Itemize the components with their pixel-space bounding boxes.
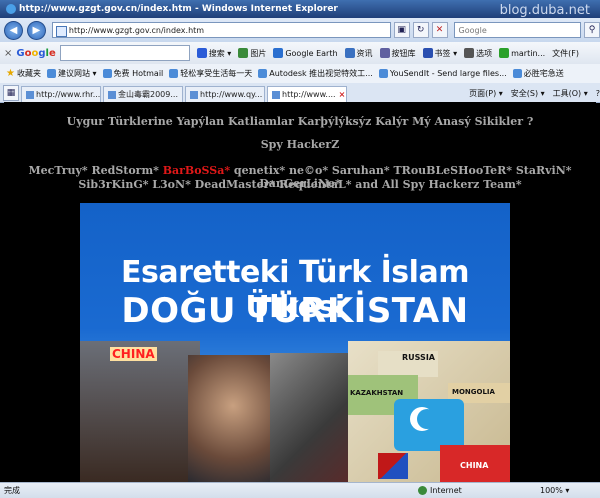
status-text: 完成 xyxy=(4,486,20,495)
favorites-star-icon: ★ xyxy=(6,68,15,79)
page-icon xyxy=(26,90,34,99)
page-icon xyxy=(46,69,56,78)
map-label-china: CHINA xyxy=(460,461,489,470)
map-label-kazakhstan: KAZAKHSTAN xyxy=(350,389,404,397)
favorites-button[interactable]: ★ 收藏夹 xyxy=(6,68,41,79)
status-bar: 完成 Internet 100% ▾ xyxy=(0,482,600,498)
command-bar: 页面(P) ▾ 安全(S) ▾ 工具(O) ▾? xyxy=(461,85,600,102)
google-logo: Google xyxy=(16,47,56,59)
toolbar-close-icon[interactable]: × xyxy=(4,48,12,59)
page-icon xyxy=(102,69,112,78)
search-icon[interactable]: ⚲ xyxy=(584,22,600,38)
browser-tab[interactable]: http://www.... × xyxy=(267,86,347,102)
forward-button[interactable]: ▶ xyxy=(26,20,46,40)
search-input[interactable]: Google xyxy=(453,22,582,38)
command-menu[interactable]: ? xyxy=(596,89,600,98)
tibet-flag-icon xyxy=(378,453,408,479)
region-map: RUSSIA KAZAKHSTAN MONGOLIA CHINA xyxy=(348,341,510,482)
members-line-2: Sib3rKinG* L3oN* DeadMaster* RequentaL* … xyxy=(78,178,522,191)
map-label-mongolia: MONGOLIA xyxy=(452,388,495,396)
globe-icon xyxy=(273,48,284,58)
user-icon xyxy=(499,48,510,58)
member-highlight: BarBoSSa* xyxy=(162,164,231,177)
news-icon xyxy=(344,48,355,58)
button-gallery-icon xyxy=(379,48,390,58)
page-icon xyxy=(169,69,179,78)
navigation-bar: ◀ ▶ http://www.gzgt.gov.cn/index.htm ▣ ↻… xyxy=(0,18,600,42)
google-toolbar-item[interactable]: 搜索 ▾ xyxy=(196,48,231,59)
google-toolbar: × Google 搜索 ▾ 图片 Google Earth 资讯 按钮库 书签 ▾ 选项 ma… xyxy=(0,42,600,65)
photo-soldier xyxy=(80,341,200,482)
command-menu[interactable]: 工具(O) ▾ xyxy=(553,88,588,99)
address-bar[interactable]: http://www.gzgt.gov.cn/index.htm xyxy=(51,22,391,38)
google-toolbar-item[interactable]: 文件(F) xyxy=(552,48,579,59)
tab-bar: ▦ http://www.rhr... 金山毒霸2009... http://www… xyxy=(0,83,600,103)
google-toolbar-item[interactable]: 图片 xyxy=(238,48,266,59)
headline: Uygur Türklerine Yapýlan Katliamlar Karþ… xyxy=(66,115,534,128)
google-toolbar-item[interactable]: martin... xyxy=(499,48,545,58)
browser-tab[interactable]: http://www.rhr... xyxy=(21,86,101,102)
command-menu[interactable]: 页面(P) ▾ xyxy=(469,88,503,99)
favorite-link[interactable]: 轻松享受生活每一天 xyxy=(169,68,252,79)
banner-image: Esaretteki Türk İslam Ülkesi DOĞU TÜRKİS… xyxy=(80,203,510,482)
globe-icon xyxy=(418,486,427,495)
page-icon xyxy=(190,90,198,99)
team-name: Spy HackerZ xyxy=(260,138,340,151)
search-icon xyxy=(196,48,207,58)
favorite-link[interactable]: 建议网站 ▾ xyxy=(46,68,97,79)
page-icon xyxy=(272,90,280,99)
banner-title-2: DOĞU TÜRKİSTAN xyxy=(121,291,469,331)
window-title: http://www.gzgt.gov.cn/index.htm - Windo… xyxy=(19,4,338,14)
command-menu[interactable]: 安全(S) ▾ xyxy=(511,88,545,99)
tab-close-icon[interactable]: × xyxy=(339,87,346,102)
google-toolbar-item[interactable]: 书签 ▾ xyxy=(422,48,457,59)
quick-tabs-icon[interactable]: ▦ xyxy=(3,85,19,101)
page-icon xyxy=(378,69,388,78)
browser-tab[interactable]: 金山毒霸2009... xyxy=(103,86,183,102)
refresh-icon[interactable]: ↻ xyxy=(412,22,429,38)
crescent-flag-icon xyxy=(410,407,437,431)
compatibility-icon[interactable]: ▣ xyxy=(393,22,410,38)
page-icon xyxy=(258,69,268,78)
back-button[interactable]: ◀ xyxy=(4,20,23,40)
google-toolbar-item[interactable]: 资讯 xyxy=(344,48,373,59)
favorite-link[interactable]: 必胜宅急送 xyxy=(512,68,564,79)
browser-tab[interactable]: http://www.qy... xyxy=(185,86,265,102)
security-zone[interactable]: Internet xyxy=(418,483,462,498)
photo-elder xyxy=(188,355,278,482)
watermark: blog.duba.net xyxy=(499,3,590,18)
favorite-link[interactable]: YouSendIt - Send large files... xyxy=(378,69,507,78)
photo-crowd xyxy=(270,353,352,482)
favorite-link[interactable]: Autodesk 推出视觉特效工... xyxy=(258,68,373,79)
google-search-input[interactable] xyxy=(59,45,190,61)
image-icon xyxy=(238,48,249,58)
china-badge: CHINA xyxy=(110,347,157,361)
page-content: Uygur Türklerine Yapýlan Katliamlar Karþ… xyxy=(4,102,596,482)
google-toolbar-item[interactable]: 按钮库 xyxy=(379,48,416,59)
favorite-link[interactable]: 免费 Hotmail xyxy=(102,68,163,79)
wrench-icon xyxy=(464,48,475,58)
stop-icon[interactable]: ✕ xyxy=(431,22,448,38)
page-icon xyxy=(108,90,116,99)
map-label-russia: RUSSIA xyxy=(402,353,435,362)
page-icon xyxy=(512,69,522,78)
window-title-bar: http://www.gzgt.gov.cn/index.htm - Windo… xyxy=(0,0,600,18)
zoom-level[interactable]: 100% ▾ xyxy=(540,483,569,498)
ie-icon xyxy=(6,3,16,14)
google-toolbar-item[interactable]: Google Earth xyxy=(273,48,338,58)
google-toolbar-item[interactable]: 选项 xyxy=(464,48,492,59)
star-icon xyxy=(422,48,433,58)
favorites-bar: ★ 收藏夹 建议网站 ▾ 免费 Hotmail 轻松享受生活每一天 Autodesk 推… xyxy=(0,64,600,84)
